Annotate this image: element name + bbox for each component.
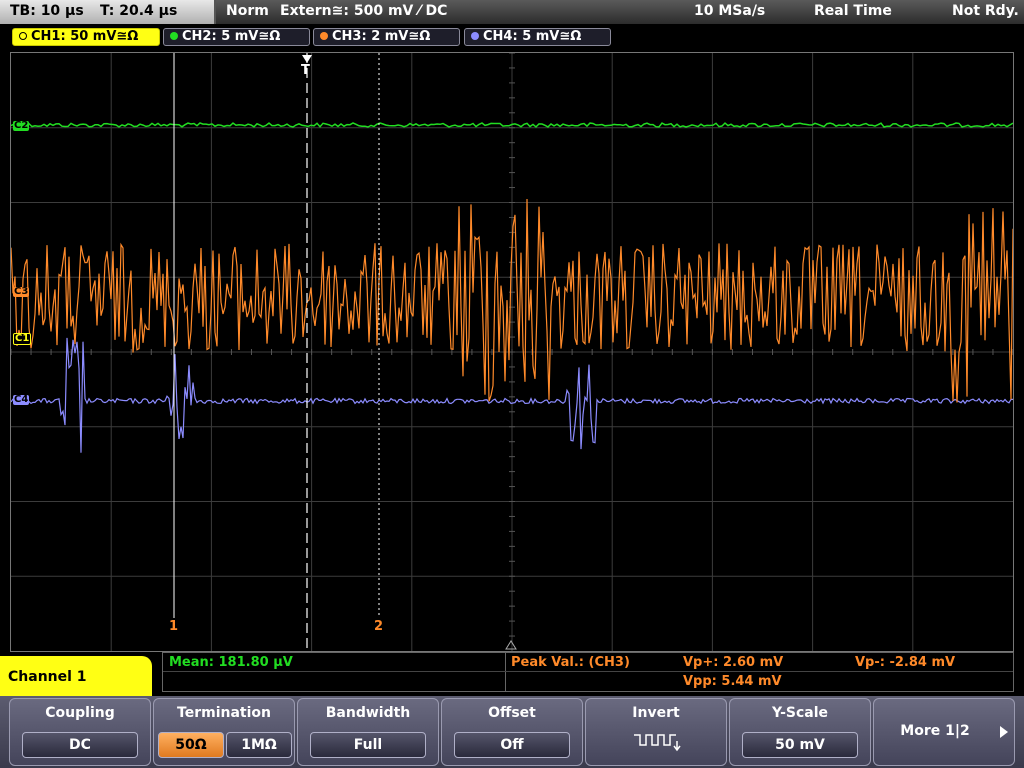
- offset-label: Offset: [488, 705, 536, 721]
- cursor-1-label[interactable]: 1: [169, 619, 178, 634]
- tab-ch3[interactable]: CH3: 2 mV≅Ω: [313, 28, 460, 46]
- tab-ch4-label: CH4: 5 mV≅Ω: [483, 29, 582, 44]
- ch4-offset-marker[interactable]: C4: [13, 395, 30, 405]
- trigger-arrow-icon: [302, 55, 312, 63]
- yscale-value[interactable]: 50 mV: [742, 732, 858, 758]
- menu-title-tab: Channel 1: [0, 656, 152, 696]
- coupling-label: Coupling: [45, 705, 115, 721]
- measurement-row-divider: [163, 671, 1013, 672]
- yscale-label: Y-Scale: [771, 705, 828, 721]
- waveform-display[interactable]: C2 C3 C1 C4 T 1 2: [10, 52, 1014, 652]
- graticule: [11, 53, 1013, 651]
- ch2-dot-icon: [170, 32, 178, 40]
- more-softkey[interactable]: More 1|2: [873, 698, 1015, 766]
- termination-softkey[interactable]: Termination 50Ω 1MΩ: [153, 698, 295, 766]
- invert-softkey[interactable]: Invert: [585, 698, 727, 766]
- menu-title: Channel 1: [8, 669, 87, 685]
- acquisition-state: Not Rdy.: [952, 3, 1019, 19]
- invert-waveform-icon: [634, 734, 681, 752]
- timebase-readout: TB: 10 µs: [10, 3, 84, 19]
- sample-rate: 10 MSa/s: [694, 3, 766, 19]
- bandwidth-softkey[interactable]: Bandwidth Full: [297, 698, 439, 766]
- trigger-time-readout: T: 20.4 µs: [100, 3, 178, 19]
- mean-measurement: Mean: 181.80 µV: [169, 655, 293, 670]
- trigger-source: Extern≅: 500 mV ⁄ DC: [280, 3, 448, 19]
- bandwidth-value[interactable]: Full: [310, 732, 426, 758]
- acquisition-mode: Real Time: [814, 3, 892, 19]
- ch3-offset-marker[interactable]: C3: [13, 287, 30, 297]
- waveform-canvas: [11, 53, 1013, 651]
- coupling-value[interactable]: DC: [22, 732, 138, 758]
- yscale-softkey[interactable]: Y-Scale 50 mV: [729, 698, 871, 766]
- tab-ch2[interactable]: CH2: 5 mV≅Ω: [163, 28, 310, 46]
- right-arrow-icon: [1000, 726, 1008, 738]
- cursor-2-label[interactable]: 2: [374, 619, 383, 634]
- tab-ch1-label: CH1: 50 mV≅Ω: [31, 29, 139, 44]
- coupling-softkey[interactable]: Coupling DC: [9, 698, 151, 766]
- vp-plus-value: Vp+: 2.60 mV: [683, 655, 784, 670]
- termination-1mohm-option[interactable]: 1MΩ: [226, 732, 292, 758]
- invert-label: Invert: [632, 705, 680, 721]
- trigger-position-marker[interactable]: T: [301, 63, 310, 78]
- tab-ch1[interactable]: CH1: 50 mV≅Ω: [12, 28, 160, 46]
- peak-label: Peak Val.: (CH3): [511, 655, 630, 670]
- more-label: More 1|2: [900, 723, 970, 739]
- ch2-offset-marker[interactable]: C2: [13, 121, 30, 131]
- ch1-offset-marker[interactable]: C1: [13, 333, 32, 345]
- offset-softkey[interactable]: Offset Off: [441, 698, 583, 766]
- vpp-value: Vpp: 5.44 mV: [683, 674, 782, 689]
- center-marker-icon: [505, 640, 517, 650]
- tab-ch3-label: CH3: 2 mV≅Ω: [332, 29, 431, 44]
- tab-ch4[interactable]: CH4: 5 mV≅Ω: [464, 28, 611, 46]
- termination-label: Termination: [177, 705, 271, 721]
- tab-ch2-label: CH2: 5 mV≅Ω: [182, 29, 281, 44]
- measurement-panel: Mean: 181.80 µV Peak Val.: (CH3) Vp+: 2.…: [162, 652, 1014, 692]
- termination-50ohm-option[interactable]: 50Ω: [158, 732, 224, 758]
- measurement-divider: [505, 653, 506, 691]
- offset-value[interactable]: Off: [454, 732, 570, 758]
- bandwidth-label: Bandwidth: [325, 705, 411, 721]
- ch3-dot-icon: [320, 32, 328, 40]
- trigger-mode: Norm: [226, 3, 269, 19]
- ch1-circle-icon: [19, 32, 27, 40]
- ch4-dot-icon: [471, 32, 479, 40]
- vp-minus-value: Vp-: -2.84 mV: [855, 655, 956, 670]
